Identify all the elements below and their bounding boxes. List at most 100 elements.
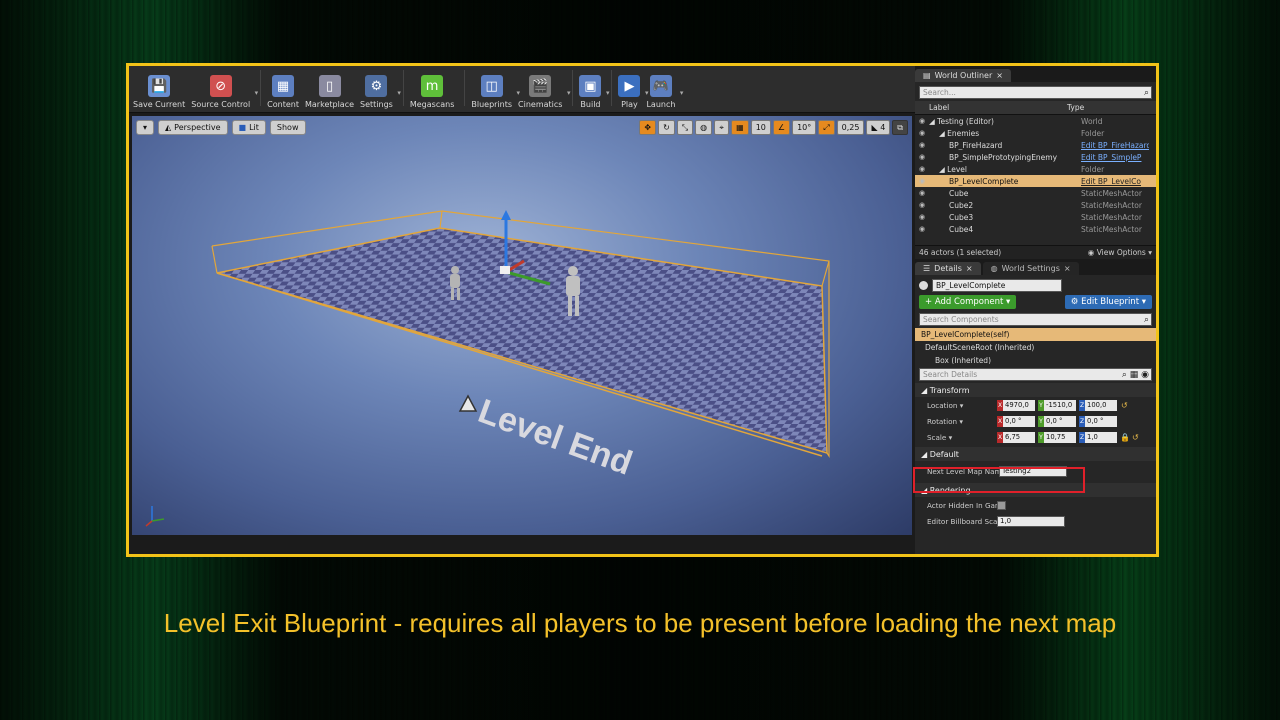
outliner-row[interactable]: ◉ BP_FireHazard Edit BP_FireHazard xyxy=(915,139,1156,151)
outliner-row[interactable]: ◉ ◢ Level Folder xyxy=(915,163,1156,175)
column-label-header[interactable]: Label xyxy=(915,103,1067,112)
eye-icon[interactable]: ◉ xyxy=(915,225,929,233)
outliner-row[interactable]: ◉ ◢ Enemies Folder xyxy=(915,127,1156,139)
tab-details[interactable]: ☰ Details × xyxy=(915,262,981,275)
outliner-row[interactable]: ◉ ◢ Testing (Editor) World xyxy=(915,115,1156,127)
surface-snap-icon[interactable]: ⌖ xyxy=(714,120,730,135)
tab-world-settings[interactable]: ◍ World Settings × xyxy=(982,262,1079,275)
rotation-x-field[interactable]: 0,0 ° xyxy=(1003,415,1035,427)
megascans-button[interactable]: m Megascans xyxy=(410,75,454,109)
component-row[interactable]: Box (Inherited) xyxy=(915,354,1156,364)
close-icon[interactable]: × xyxy=(1064,264,1071,273)
grid-snap-value[interactable]: 10 xyxy=(750,120,771,135)
close-icon[interactable]: × xyxy=(966,264,973,273)
eye-icon[interactable]: ◉ xyxy=(915,213,929,221)
source-control-button[interactable]: ⊘ Source Control ▾ xyxy=(191,75,258,109)
location-x-field[interactable]: 4970,0 xyxy=(1003,399,1035,411)
default-section-header[interactable]: ◢ Default xyxy=(915,447,1156,461)
transform-section-header[interactable]: ◢ Transform xyxy=(915,383,1156,397)
level-viewport[interactable]: Level End ▾ ◭ Perspective ■ Lit Show ✥ ↻ ⤡… xyxy=(132,116,912,535)
viewport-menu-button[interactable]: ▾ xyxy=(136,120,155,135)
search-components-placeholder: Search Components xyxy=(923,315,999,324)
chevron-down-icon[interactable]: ▾ xyxy=(680,89,684,97)
billboard-scale-field[interactable]: 1,0 xyxy=(997,515,1065,527)
component-row[interactable]: BP_LevelComplete(self) xyxy=(915,328,1156,341)
eye-icon[interactable]: ◉ xyxy=(915,177,929,185)
build-button[interactable]: ▣ Build ▾ xyxy=(579,75,609,109)
chevron-down-icon[interactable]: ▾ xyxy=(606,89,610,97)
rotation-label[interactable]: Rotation ▾ xyxy=(915,417,997,426)
edit-blueprint-link[interactable]: Edit BP_LevelCo xyxy=(1081,177,1149,186)
outliner-search-input[interactable]: Search... ⌕ xyxy=(919,86,1152,99)
actor-hidden-checkbox[interactable] xyxy=(997,500,1006,510)
chevron-down-icon[interactable]: ▾ xyxy=(567,89,571,97)
eye-icon[interactable]: ◉ xyxy=(915,189,929,197)
translate-mode-icon[interactable]: ✥ xyxy=(639,120,657,135)
scale-z-field[interactable]: 1,0 xyxy=(1085,431,1117,443)
rotation-z-field[interactable]: 0,0 ° xyxy=(1085,415,1117,427)
eye-icon[interactable]: ◉ xyxy=(915,201,929,209)
scale-snap-icon[interactable]: ⤢ xyxy=(818,120,835,135)
reset-icon[interactable]: ↺ xyxy=(1121,401,1128,410)
outliner-row[interactable]: ◉ Cube StaticMeshActor xyxy=(915,187,1156,199)
outliner-row[interactable]: ◉ BP_SimplePrototypingEnemy Edit BP_Simple… xyxy=(915,151,1156,163)
save-current-button[interactable]: 💾 Save Current xyxy=(133,75,185,109)
chevron-down-icon[interactable]: ▾ xyxy=(255,89,259,97)
chevron-down-icon[interactable]: ▾ xyxy=(397,89,401,97)
scale-mode-icon[interactable]: ⤡ xyxy=(676,120,694,135)
lock-icon[interactable]: 🔒 xyxy=(1120,433,1130,442)
add-component-button[interactable]: + Add Component ▾ xyxy=(919,295,1017,309)
reset-icon[interactable]: ↺ xyxy=(1132,433,1139,442)
perspective-button[interactable]: ◭ Perspective xyxy=(158,120,228,135)
marketplace-button[interactable]: ▯ Marketplace xyxy=(305,75,354,109)
play-button[interactable]: ▶ Play ▾ xyxy=(618,75,648,109)
outliner-row[interactable]: ◉ BP_LevelComplete Edit BP_LevelCo xyxy=(915,175,1156,187)
expand-arrow-icon[interactable]: ◢ xyxy=(939,129,947,138)
edit-blueprint-link[interactable]: Edit BP_SimpleP xyxy=(1081,153,1149,162)
rotation-y-field[interactable]: 0,0 ° xyxy=(1044,415,1076,427)
column-type-header[interactable]: Type xyxy=(1067,103,1084,112)
gizmo-origin[interactable] xyxy=(500,266,510,274)
rotate-mode-icon[interactable]: ↻ xyxy=(658,120,675,135)
scale-label[interactable]: Scale ▾ xyxy=(915,433,997,442)
lit-button[interactable]: ■ Lit xyxy=(231,120,266,135)
search-details-input[interactable]: Search Details ⌕ ▦ ◉ xyxy=(919,368,1152,381)
edit-blueprint-button[interactable]: ⚙ Edit Blueprint ▾ xyxy=(1064,295,1152,309)
eye-icon[interactable]: ◉ xyxy=(915,153,929,161)
eye-icon[interactable]: ◉ xyxy=(915,129,929,137)
camera-speed-button[interactable]: ◣ 4 xyxy=(866,120,891,135)
show-button[interactable]: Show xyxy=(269,120,306,135)
scale-snap-value[interactable]: 0,25 xyxy=(836,120,865,135)
search-components-input[interactable]: Search Components ⌕ xyxy=(919,313,1152,326)
scale-y-field[interactable]: 10,75 xyxy=(1044,431,1076,443)
eye-icon[interactable]: ◉ xyxy=(915,141,929,149)
actor-name-field[interactable]: BP_LevelComplete xyxy=(932,278,1062,292)
rotation-snap-value[interactable]: 10° xyxy=(792,120,817,135)
launch-button[interactable]: 🎮 Launch ▾ xyxy=(646,75,683,109)
blueprints-button[interactable]: ◫ Blueprints ▾ xyxy=(471,75,520,109)
eye-icon[interactable]: ◉ xyxy=(915,117,929,125)
expand-arrow-icon[interactable]: ◢ xyxy=(929,117,937,126)
location-z-field[interactable]: 100,0 xyxy=(1085,399,1117,411)
view-options-button[interactable]: ◉ View Options ▾ xyxy=(1088,248,1152,257)
location-y-field[interactable]: -1510,0 xyxy=(1044,399,1076,411)
grid-snap-icon[interactable]: ▦ xyxy=(731,120,749,135)
content-button[interactable]: ▦ Content xyxy=(267,75,299,109)
location-label[interactable]: Location ▾ xyxy=(915,401,997,410)
component-row[interactable]: DefaultSceneRoot (Inherited) xyxy=(915,341,1156,354)
world-space-icon[interactable]: ◍ xyxy=(695,120,713,135)
maximize-viewport-icon[interactable]: ⧉ xyxy=(892,120,908,135)
eye-icon[interactable]: ◉ xyxy=(915,165,929,173)
edit-blueprint-link[interactable]: Edit BP_FireHazard xyxy=(1081,141,1149,150)
outliner-row[interactable]: ◉ Cube2 StaticMeshActor xyxy=(915,199,1156,211)
gizmo-z-arrow[interactable] xyxy=(501,210,511,220)
outliner-row[interactable]: ◉ Cube4 StaticMeshActor xyxy=(915,223,1156,235)
settings-button[interactable]: ⚙ Settings ▾ xyxy=(360,75,401,109)
close-icon[interactable]: × xyxy=(996,71,1003,80)
cinematics-button[interactable]: 🎬 Cinematics ▾ xyxy=(518,75,570,109)
rotation-snap-icon[interactable]: ∠ xyxy=(772,120,791,135)
scale-x-field[interactable]: 6,75 xyxy=(1003,431,1035,443)
expand-arrow-icon[interactable]: ◢ xyxy=(939,165,947,174)
outliner-row[interactable]: ◉ Cube3 StaticMeshActor xyxy=(915,211,1156,223)
tab-world-outliner[interactable]: ▤ World Outliner × xyxy=(915,69,1011,82)
